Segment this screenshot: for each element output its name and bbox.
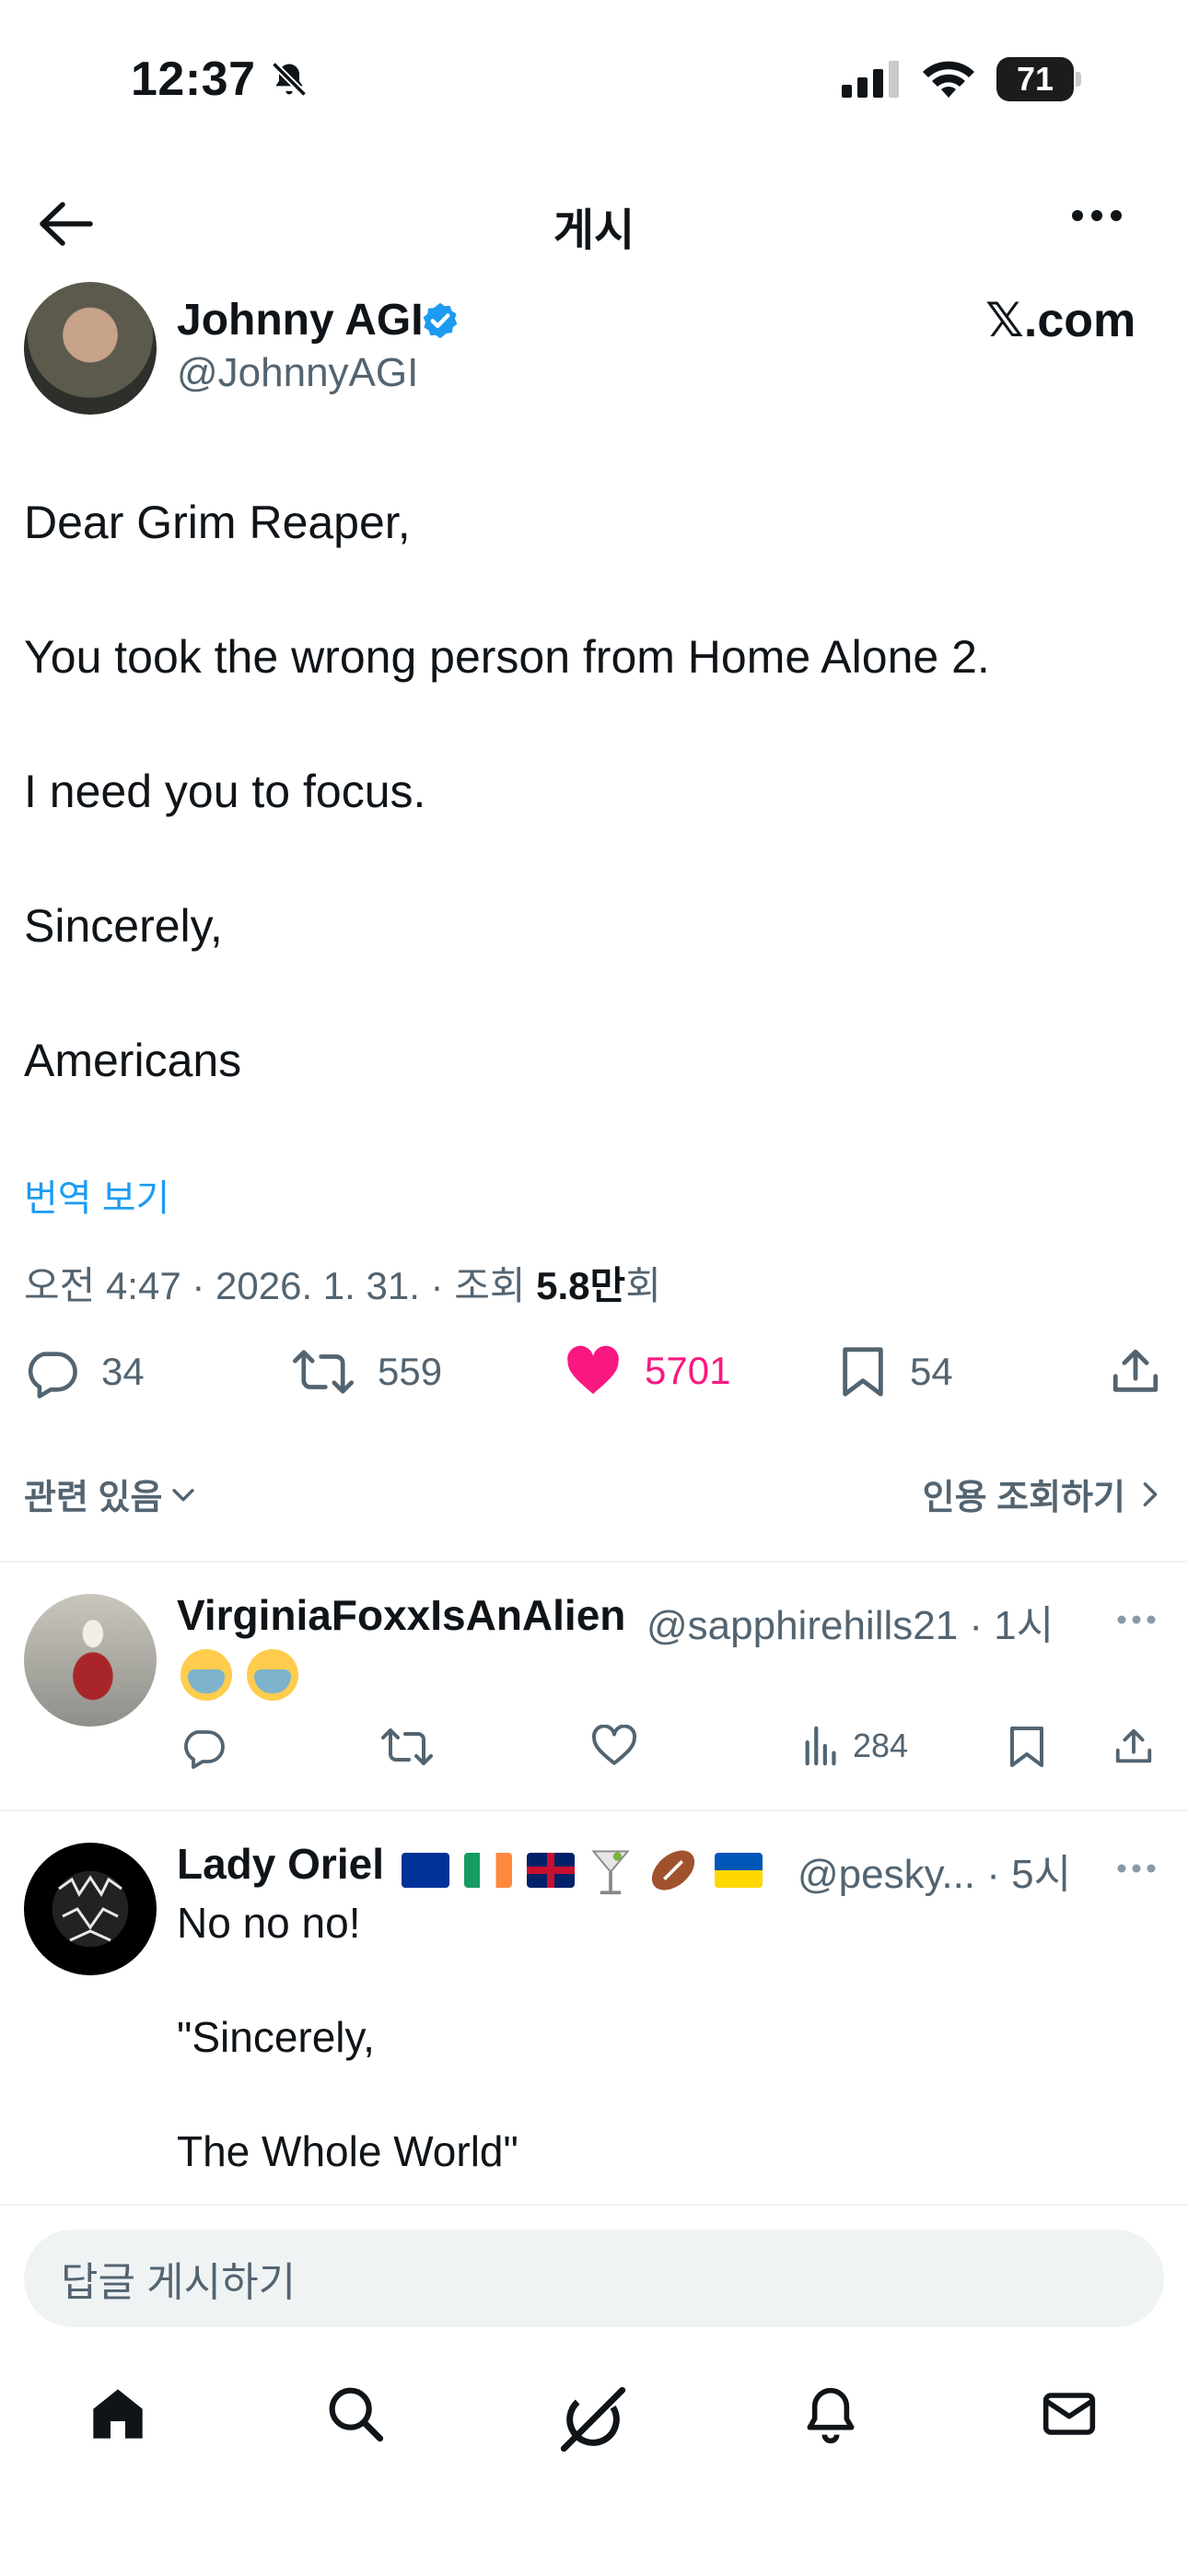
reply-text-line: The Whole World" — [177, 2127, 518, 2175]
search-icon[interactable] — [326, 2384, 385, 2443]
reply-views[interactable]: 284 — [803, 1725, 908, 1767]
silent-bell-icon — [269, 59, 309, 100]
battery-cap — [1076, 72, 1081, 87]
bookmark-icon — [843, 1347, 883, 1397]
post-line: Sincerely, — [24, 900, 223, 952]
reply-handle-time[interactable]: @pesky... · 5시 — [798, 1841, 1071, 1900]
view-count[interactable]: 5.8만 — [536, 1264, 625, 1307]
bookmark-button[interactable]: 54 — [840, 1345, 953, 1399]
home-icon[interactable] — [88, 2384, 147, 2443]
eu-flag-icon — [402, 1853, 449, 1888]
reply-bookmark-icon[interactable] — [1007, 1725, 1046, 1769]
like-count: 5701 — [645, 1349, 731, 1392]
rugby-ball-icon — [651, 1850, 695, 1891]
reply-text-line: No no no! — [177, 1899, 361, 1947]
notifications-bell-icon[interactable] — [801, 2384, 860, 2443]
heart-filled-icon — [567, 1345, 619, 1394]
repost-icon — [293, 1350, 354, 1394]
post-line: You took the wrong person from Home Alon… — [24, 631, 990, 683]
battery-icon: 71 — [996, 57, 1074, 101]
grok-icon[interactable] — [558, 2384, 628, 2454]
reply-view-count: 284 — [853, 1727, 909, 1764]
post-line: Americans — [24, 1035, 242, 1086]
page-title: 게시 — [553, 206, 635, 255]
post-line: Dear Grim Reaper, — [24, 497, 411, 548]
share-button[interactable] — [1109, 1345, 1162, 1399]
reply-text-line: "Sincerely, — [177, 2013, 375, 2061]
view-suffix: 회 — [625, 1264, 661, 1307]
status-time: 12:37 — [131, 53, 256, 106]
like-button[interactable]: 5701 — [565, 1345, 730, 1397]
divider — [0, 1809, 1188, 1811]
chevron-down-icon — [172, 1488, 195, 1501]
reply-icon — [28, 1352, 77, 1399]
profile-emoji-flags — [402, 1843, 777, 1898]
reply-composer-placeholder: 답글 게시하기 — [61, 2260, 297, 2305]
author-avatar[interactable] — [24, 282, 157, 415]
verified-badge-icon — [420, 300, 460, 341]
divider — [0, 1561, 1188, 1563]
reply-count: 34 — [101, 1350, 145, 1393]
more-options-icon[interactable] — [1070, 208, 1124, 223]
loudly-crying-emoji-icon — [181, 1649, 232, 1701]
reply-composer-input[interactable]: 답글 게시하기 — [24, 2230, 1164, 2327]
quotes-label: 인용 조회하기 — [922, 1479, 1125, 1517]
repost-count: 559 — [378, 1350, 443, 1393]
battery-level: 71 — [1016, 60, 1054, 98]
reply-author-name[interactable]: VirginiaFoxxIsAnAlien — [177, 1590, 625, 1640]
reply-share-icon[interactable] — [1112, 1725, 1155, 1769]
reply-repost-icon[interactable] — [381, 1725, 433, 1769]
messages-envelope-icon[interactable] — [1039, 2384, 1100, 2443]
reply-author-name[interactable]: Lady Oriel — [177, 1839, 384, 1889]
loudly-crying-emoji-icon — [247, 1649, 298, 1701]
post-line: I need you to focus. — [24, 766, 426, 817]
cocktail-icon — [591, 1850, 630, 1895]
reply-avatar[interactable] — [24, 1594, 157, 1727]
uk-flag-icon — [527, 1853, 575, 1888]
author-name[interactable]: Johnny AGI — [177, 295, 424, 345]
author-handle[interactable]: @JohnnyAGI — [177, 350, 418, 396]
post-timestamp: 오전 4:47 · 2026. 1. 31. · 조회 — [24, 1264, 537, 1307]
related-label: 관련 있음 — [24, 1479, 163, 1517]
repost-button[interactable]: 559 — [293, 1345, 442, 1399]
post-text: Dear Grim Reaper, You took the wrong per… — [24, 488, 1166, 1161]
reply-button[interactable]: 34 — [24, 1345, 145, 1399]
ireland-flag-icon — [464, 1853, 512, 1888]
view-quotes-link[interactable]: 인용 조회하기 — [923, 1469, 1162, 1519]
post-meta: 오전 4:47 · 2026. 1. 31. · 조회 5.8만회 — [24, 1255, 661, 1311]
analytics-icon — [805, 1726, 836, 1766]
chevron-right-icon — [1143, 1481, 1158, 1506]
wifi-icon — [921, 57, 976, 100]
reply-avatar[interactable] — [24, 1843, 157, 1975]
related-filter[interactable]: 관련 있음 — [24, 1469, 199, 1519]
bookmark-count: 54 — [910, 1350, 953, 1393]
cellular-signal-icon — [842, 61, 901, 98]
reply-more-icon[interactable] — [1116, 1863, 1157, 1874]
x-com-badge: 𝕏.com — [985, 294, 1136, 347]
translate-link[interactable]: 번역 보기 — [24, 1168, 169, 1222]
ukraine-flag-icon — [715, 1853, 763, 1888]
reply-more-icon[interactable] — [1116, 1614, 1157, 1625]
reply-handle-time[interactable]: @sapphirehills21 · 1시 — [646, 1592, 1054, 1651]
reply-reply-icon[interactable] — [181, 1725, 225, 1769]
reply-like-icon[interactable] — [591, 1725, 637, 1767]
share-icon — [1112, 1349, 1159, 1392]
reply-emoji-text — [181, 1649, 313, 1701]
